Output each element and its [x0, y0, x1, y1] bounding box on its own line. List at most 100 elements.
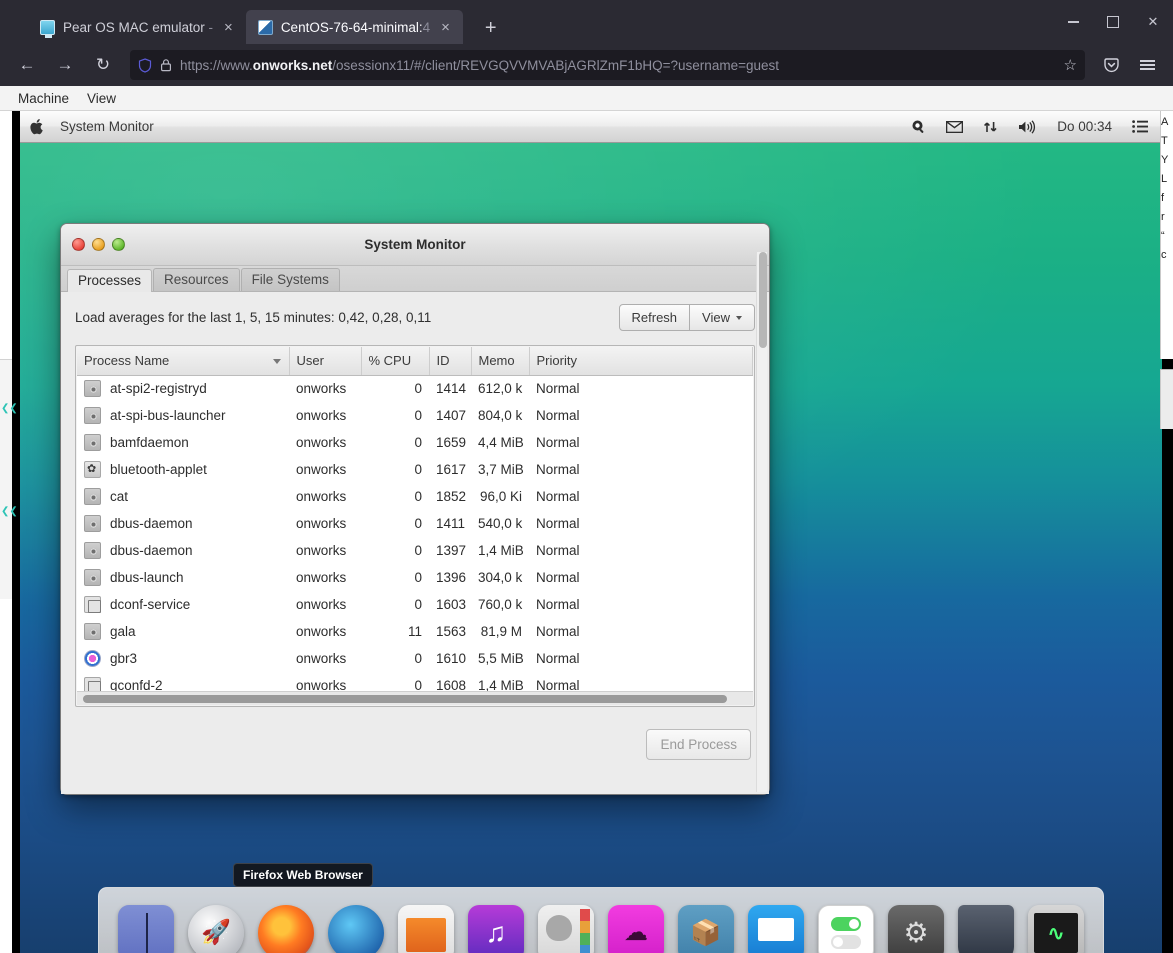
close-window-icon[interactable]: ✕: [1133, 0, 1173, 44]
column-header-priority[interactable]: Priority: [529, 347, 753, 375]
process-cpu: 0: [361, 510, 429, 537]
dconf-icon: [84, 677, 101, 691]
clock[interactable]: Do 00:34: [1057, 119, 1112, 134]
process-name: dbus-daemon: [110, 543, 193, 558]
view-menu-label: View: [702, 310, 730, 325]
shield-icon[interactable]: [138, 58, 152, 73]
table-row[interactable]: gbr3 onworks 0 1610 5,5 MiB Normal: [77, 645, 753, 672]
bookmark-star-icon[interactable]: ☆: [1064, 56, 1077, 74]
gbr-icon: [84, 650, 101, 667]
table-row[interactable]: dbus-daemon onworks 0 1411 540,0 k Norma…: [77, 510, 753, 537]
minimize-window-icon[interactable]: [1053, 0, 1093, 44]
dock-item-settings[interactable]: ⚙: [888, 905, 944, 953]
tab-title: CentOS-76-64-minimal:4: [281, 20, 430, 35]
system-monitor-window: System Monitor Processes Resources File …: [60, 223, 770, 795]
collapse-chevron-icon[interactable]: ❮❮: [1, 403, 18, 414]
forward-icon[interactable]: →: [46, 49, 84, 81]
horizontal-scrollbar[interactable]: [77, 691, 753, 705]
tab-close-icon[interactable]: ×: [221, 18, 236, 37]
tab-resources[interactable]: Resources: [153, 268, 240, 291]
system-monitor-titlebar[interactable]: System Monitor: [61, 224, 769, 266]
process-id: 1396: [429, 564, 471, 591]
process-user: onworks: [289, 375, 361, 402]
process-user: onworks: [289, 429, 361, 456]
search-icon[interactable]: [911, 119, 926, 134]
dock-item-thunderbird[interactable]: [328, 905, 384, 953]
table-row[interactable]: dbus-daemon onworks 0 1397 1,4 MiB Norma…: [77, 537, 753, 564]
table-row[interactable]: dconf-service onworks 0 1603 760,0 k Nor…: [77, 591, 753, 618]
process-user: onworks: [289, 483, 361, 510]
url-text[interactable]: https://www.onworks.net/osessionx11/#/cl…: [180, 58, 1056, 73]
table-row[interactable]: gala onworks 11 1563 81,9 M Normal: [77, 618, 753, 645]
dock-item-firefox[interactable]: [258, 905, 314, 953]
table-row[interactable]: dbus-launch onworks 0 1396 304,0 k Norma…: [77, 564, 753, 591]
apple-menu-icon[interactable]: [20, 118, 54, 136]
table-row[interactable]: gconfd-2 onworks 0 1608 1,4 MiB Normal: [77, 672, 753, 691]
reload-icon[interactable]: ↻: [84, 49, 122, 81]
gear-icon: [84, 623, 101, 640]
dock-item-packages[interactable]: 📦: [678, 905, 734, 953]
new-tab-button[interactable]: +: [477, 17, 505, 40]
table-row[interactable]: at-spi2-registryd onworks 0 1414 612,0 k…: [77, 375, 753, 402]
column-header-user[interactable]: User: [289, 347, 361, 375]
volume-icon[interactable]: [1018, 120, 1037, 134]
process-id: 1414: [429, 375, 471, 402]
end-process-button[interactable]: End Process: [646, 729, 751, 760]
dock-item-photos[interactable]: [398, 905, 454, 953]
maximize-window-icon[interactable]: [1093, 0, 1133, 44]
column-header-process-name[interactable]: Process Name: [77, 347, 289, 375]
page-right-panel: ATYLfr“c: [1160, 111, 1173, 359]
pocket-icon[interactable]: [1093, 49, 1129, 81]
system-monitor-footer: End Process: [75, 707, 755, 781]
process-name: gala: [110, 624, 136, 639]
dock-item-display[interactable]: [748, 905, 804, 953]
view-menu-button[interactable]: View: [690, 304, 755, 331]
page-right-panel-secondary: [1160, 369, 1173, 429]
table-row[interactable]: at-spi-bus-launcher onworks 0 1407 804,0…: [77, 402, 753, 429]
refresh-button[interactable]: Refresh: [619, 304, 691, 331]
navigation-toolbar: ← → ↻ https://www.onworks.net/osessionx1…: [0, 44, 1173, 86]
column-header-id[interactable]: ID: [429, 347, 471, 375]
menu-item-view[interactable]: View: [87, 91, 116, 106]
dock-item-trash[interactable]: [958, 905, 1014, 953]
browser-tab-pear-os[interactable]: Pear OS MAC emulator - ×: [28, 10, 246, 44]
mail-icon[interactable]: [946, 121, 963, 133]
dock-item-launchpad[interactable]: 🚀: [188, 905, 244, 953]
process-priority: Normal: [529, 375, 753, 402]
column-header-memory[interactable]: Memo: [471, 347, 529, 375]
menu-item-machine[interactable]: Machine: [18, 91, 69, 106]
active-app-name[interactable]: System Monitor: [60, 119, 154, 134]
tab-file-systems[interactable]: File Systems: [241, 268, 340, 291]
app-menu-icon[interactable]: [1129, 49, 1165, 81]
dconf-icon: [84, 596, 101, 613]
table-row[interactable]: bluetooth-applet onworks 0 1617 3,7 MiB …: [77, 456, 753, 483]
address-bar[interactable]: https://www.onworks.net/osessionx11/#/cl…: [130, 50, 1085, 80]
dock-item-contacts[interactable]: [538, 905, 594, 953]
collapse-chevron-icon[interactable]: ❮❮: [1, 506, 18, 517]
dock-item-music[interactable]: ♫: [468, 905, 524, 953]
process-user: onworks: [289, 456, 361, 483]
process-user: onworks: [289, 645, 361, 672]
table-row[interactable]: cat onworks 0 1852 96,0 Ki Normal: [77, 483, 753, 510]
table-row[interactable]: bamfdaemon onworks 0 1659 4,4 MiB Normal: [77, 429, 753, 456]
network-icon[interactable]: [983, 120, 998, 134]
tab-processes[interactable]: Processes: [67, 269, 152, 292]
dock-item-switchboard[interactable]: [818, 905, 874, 953]
system-monitor-body: Load averages for the last 1, 5, 15 minu…: [61, 292, 769, 794]
scrollbar-thumb[interactable]: [83, 695, 727, 703]
tab-close-icon[interactable]: ×: [438, 18, 453, 37]
dock-item-system-monitor[interactable]: ∿: [1028, 905, 1084, 953]
firefox-window: Pear OS MAC emulator - × CentOS-76-64-mi…: [0, 0, 1173, 86]
process-table-body: at-spi2-registryd onworks 0 1414 612,0 k…: [77, 375, 753, 691]
url-path: /osessionx11/#/client/REVGQVVMVABjAGRlZm…: [332, 58, 779, 73]
process-table-scroll[interactable]: Process Name User % CPU ID Memo Priority: [77, 347, 753, 691]
dock-item-finder[interactable]: [118, 905, 174, 953]
browser-tab-centos[interactable]: CentOS-76-64-minimal:4 ×: [246, 10, 463, 44]
app-list-icon[interactable]: [1132, 120, 1148, 133]
column-header-cpu[interactable]: % CPU: [361, 347, 429, 375]
back-icon[interactable]: ←: [8, 49, 46, 81]
dock-item-cloud[interactable]: ☁: [608, 905, 664, 953]
package-icon: 📦: [690, 921, 721, 946]
lock-icon[interactable]: [160, 58, 172, 72]
process-priority: Normal: [529, 591, 753, 618]
